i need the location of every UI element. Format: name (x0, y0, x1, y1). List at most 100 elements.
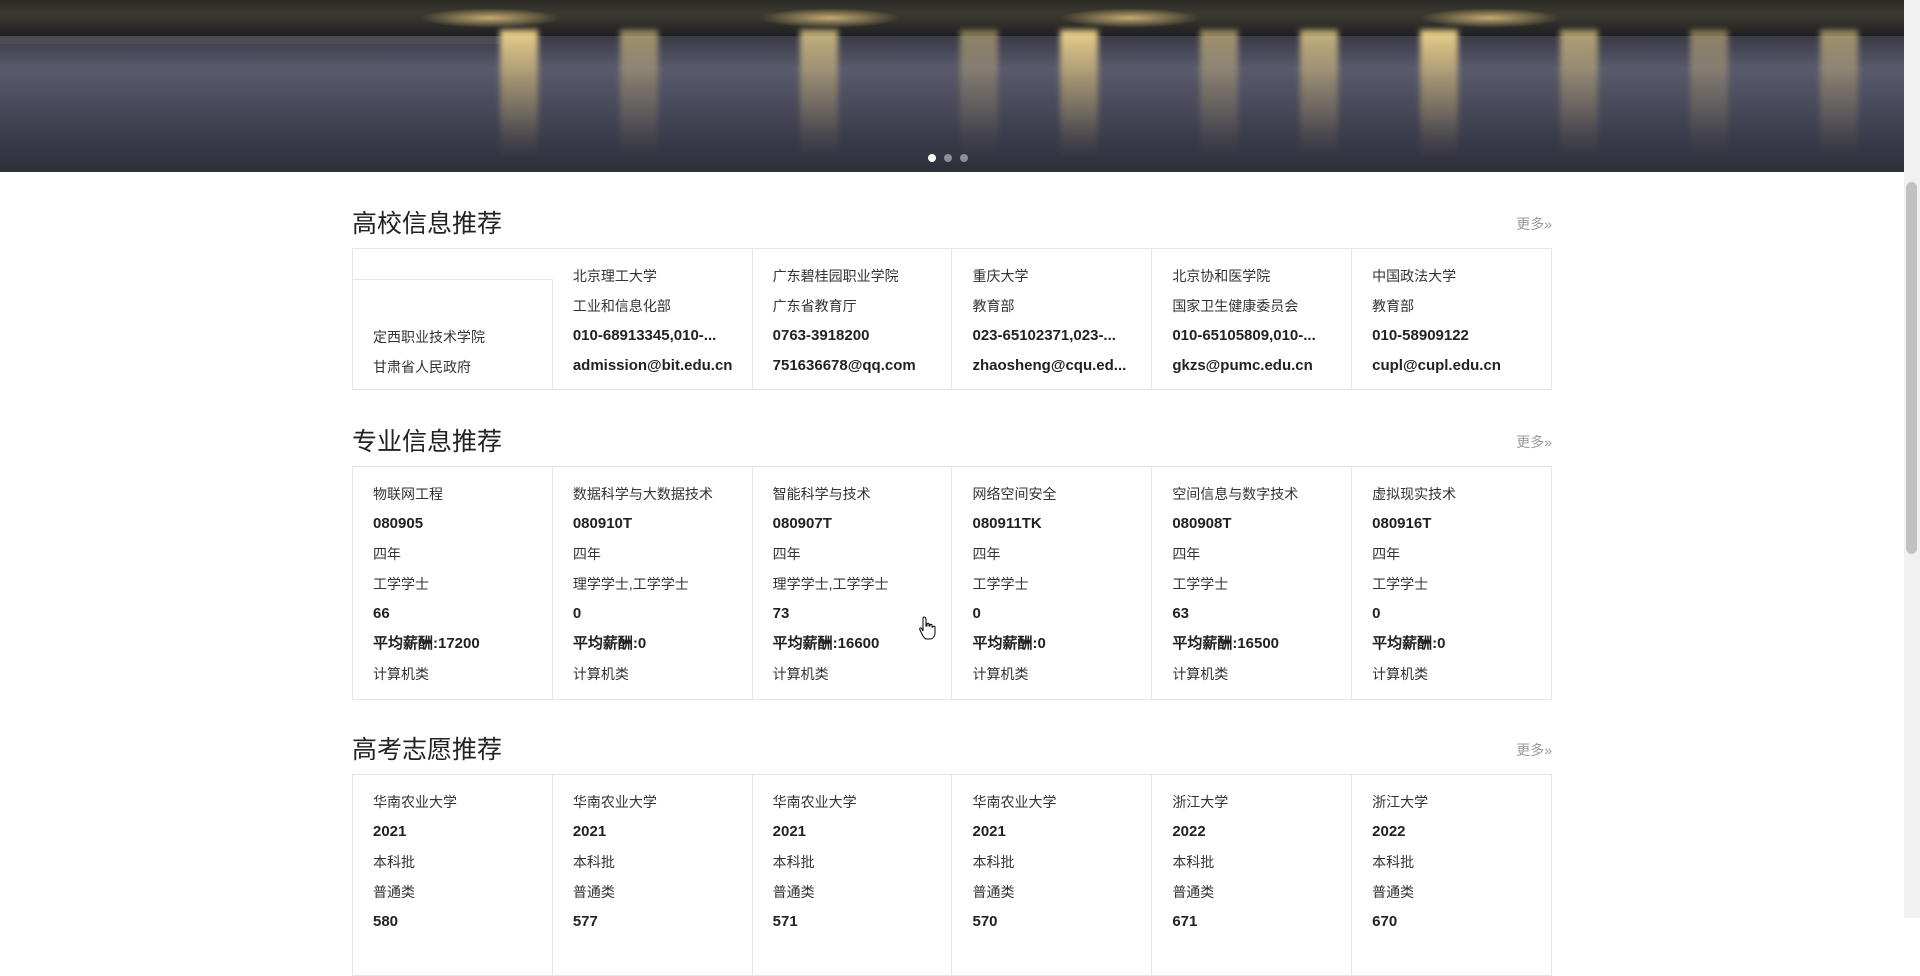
banner-reflection (1060, 30, 1098, 158)
major-card[interactable]: 虚拟现实技术 080916T 四年 工学学士 0 平均薪酬:0 计算机类 (1352, 467, 1551, 699)
carousel-dot-3[interactable] (960, 154, 968, 162)
volunteer-school: 华南农业大学 (373, 794, 457, 810)
hero-banner[interactable] (0, 0, 1904, 172)
section-title: 高考志愿推荐 (352, 736, 503, 764)
volunteer-card[interactable]: 浙江大学 2022 本科批 普通类 671 (1152, 775, 1353, 975)
major-card[interactable]: 网络空间安全 080911TK 四年 工学学士 0 平均薪酬:0 计算机类 (952, 467, 1153, 699)
major-count: 66 (373, 605, 390, 622)
more-link[interactable]: 更多» (1516, 432, 1552, 452)
college-card[interactable]: 北京协和医学院 国家卫生健康委员会 010-65105809,010-... gkzs… (1152, 249, 1353, 389)
more-link[interactable]: 更多» (1516, 740, 1552, 760)
college-card[interactable]: 北京理工大学 工业和信息化部 010-68913345,010-... admissi… (553, 249, 753, 389)
major-code: 080905 (373, 515, 424, 532)
major-count: 0 (1372, 605, 1381, 622)
college-name: 中国政法大学 (1372, 268, 1457, 284)
major-name: 物联网工程 (373, 486, 443, 502)
volunteer-batch: 本科批 (373, 854, 415, 870)
volunteer-year: 2021 (972, 823, 1006, 840)
volunteer-card[interactable]: 华南农业大学 2021 本科批 普通类 577 (553, 775, 753, 975)
banner-reflection (620, 30, 658, 158)
banner-reflection (960, 30, 998, 158)
college-card[interactable]: 重庆大学 教育部 023-65102371,023-... zhaosheng@cqu… (952, 249, 1153, 389)
college-phone: 023-65102371,023-... (972, 327, 1116, 344)
volunteer-batch: 本科批 (1172, 854, 1215, 870)
major-card[interactable]: 智能科学与技术 080907T 四年 理学学士,工学学士 73 平均薪酬:16600 计算机… (753, 467, 953, 699)
carousel-dots (928, 154, 968, 162)
volunteer-grid: 华南农业大学 2021 本科批普通类 580 华南农业大学 2021 本科批普通类 577 华南… (352, 774, 1552, 976)
volunteer-year: 2021 (772, 823, 807, 840)
college-dept: 教育部 (1372, 298, 1415, 314)
college-card[interactable]: 广东碧桂园职业学院 广东省教育厅 0763-3918200 751636678@qq.… (753, 249, 953, 389)
college-email: zhaosheng@cqu.ed... (972, 357, 1127, 374)
college-name: 重庆大学 (972, 268, 1029, 284)
college-name: 定西职业技术学院 (373, 329, 485, 345)
college-card[interactable]: 中国政法大学 教育部 010-58909122 cupl@cupl.edu.cn (1352, 249, 1551, 389)
carousel-dot-1[interactable] (928, 154, 936, 162)
major-salary: 平均薪酬:16500 (1172, 635, 1280, 652)
college-name: 北京协和医学院 (1172, 268, 1271, 284)
volunteer-batch: 本科批 (772, 854, 815, 870)
major-code: 080907T (772, 515, 832, 532)
college-email: 751636678@qq.com (772, 357, 916, 374)
major-count: 0 (572, 605, 582, 622)
college-phone: 010-65105809,010-... (1172, 327, 1316, 344)
banner-reflection (1200, 30, 1238, 158)
volunteer-batch: 本科批 (1372, 854, 1415, 870)
volunteer-score: 577 (572, 913, 598, 930)
major-card[interactable]: 物联网工程 080905 四年 工学学士 66 平均薪酬:17200 计算机类 (353, 467, 553, 699)
major-name: 空间信息与数字技术 (1172, 486, 1299, 502)
major-degree: 理学学士,工学学士 (572, 576, 689, 592)
major-degree: 理学学士,工学学士 (772, 576, 889, 592)
major-name: 网络空间安全 (972, 486, 1057, 502)
section-title: 高校信息推荐 (352, 210, 503, 238)
college-card[interactable]: 定西职业技术学院甘肃省人民政府 0932-2231029 (353, 279, 553, 389)
volunteer-card[interactable]: 华南农业大学 2021 本科批 普通类 571 (753, 775, 953, 975)
volunteer-batch: 本科批 (572, 854, 615, 870)
college-grid: 定西职业技术学院甘肃省人民政府0932-2231029北京理工大学工业和信息化部… (352, 248, 1552, 390)
volunteer-year: 2021 (572, 823, 607, 840)
volunteer-card[interactable]: 华南农业大学 2021 本科批 普通类 570 (952, 775, 1153, 975)
volunteer-score: 571 (772, 913, 798, 930)
major-degree: 工学学士 (972, 576, 1029, 592)
major-grid: 物联网工程 080905 四年 工学学士 66 平均薪酬:17200 计算机类 数据科学与大数… (352, 466, 1552, 700)
major-card[interactable]: 数据科学与大数据技术 080910T 四年 理学学士,工学学士 0 平均薪酬:0 计算机类 (553, 467, 753, 699)
major-count: 63 (1172, 605, 1189, 622)
volunteer-card[interactable]: 浙江大学 2022 本科批 普通类 670 (1352, 775, 1551, 975)
volunteer-card[interactable]: 华南农业大学 2021 本科批 普通类 580 (353, 775, 553, 975)
volunteer-type: 普通类 (1172, 884, 1215, 900)
major-name: 智能科学与技术 (772, 486, 871, 502)
volunteer-school: 华南农业大学 (772, 794, 857, 810)
college-dept: 广东省教育厅 (772, 298, 857, 314)
volunteer-score: 570 (972, 913, 998, 930)
major-degree: 工学学士 (1372, 576, 1429, 592)
college-phone: 010-58909122 (1372, 327, 1469, 344)
major-code: 080910T (572, 515, 633, 532)
major-code: 080916T (1372, 515, 1432, 532)
banner-light (1420, 8, 1560, 28)
banner-reflection (500, 30, 538, 158)
major-name: 虚拟现实技术 (1372, 486, 1457, 502)
volunteer-school: 浙江大学 (1372, 794, 1429, 810)
volunteer-type: 普通类 (373, 884, 415, 900)
carousel-dot-2[interactable] (944, 154, 952, 162)
banner-reflection (1560, 30, 1598, 158)
scrollbar-thumb[interactable] (1906, 182, 1917, 554)
banner-reflection (1820, 30, 1858, 158)
banner-reflection (800, 30, 838, 158)
major-salary: 平均薪酬:0 (972, 635, 1046, 652)
volunteer-score: 671 (1172, 913, 1198, 930)
volunteer-school: 华南农业大学 (972, 794, 1057, 810)
more-link[interactable]: 更多» (1516, 214, 1552, 234)
major-category: 计算机类 (1372, 666, 1429, 682)
volunteer-score: 580 (373, 913, 399, 930)
major-degree: 工学学士 (373, 576, 429, 592)
college-phone: 0763-3918200 (772, 327, 870, 344)
major-card[interactable]: 空间信息与数字技术 080908T 四年 工学学士 63 平均薪酬:16500 计算机类 (1152, 467, 1353, 699)
college-email: cupl@cupl.edu.cn (1372, 357, 1501, 374)
volunteer-year: 2022 (1172, 823, 1206, 840)
major-category: 计算机类 (772, 666, 829, 682)
hand-cursor-icon (919, 616, 936, 640)
volunteer-type: 普通类 (572, 884, 615, 900)
major-code: 080911TK (972, 515, 1042, 532)
section-title: 专业信息推荐 (352, 428, 503, 456)
